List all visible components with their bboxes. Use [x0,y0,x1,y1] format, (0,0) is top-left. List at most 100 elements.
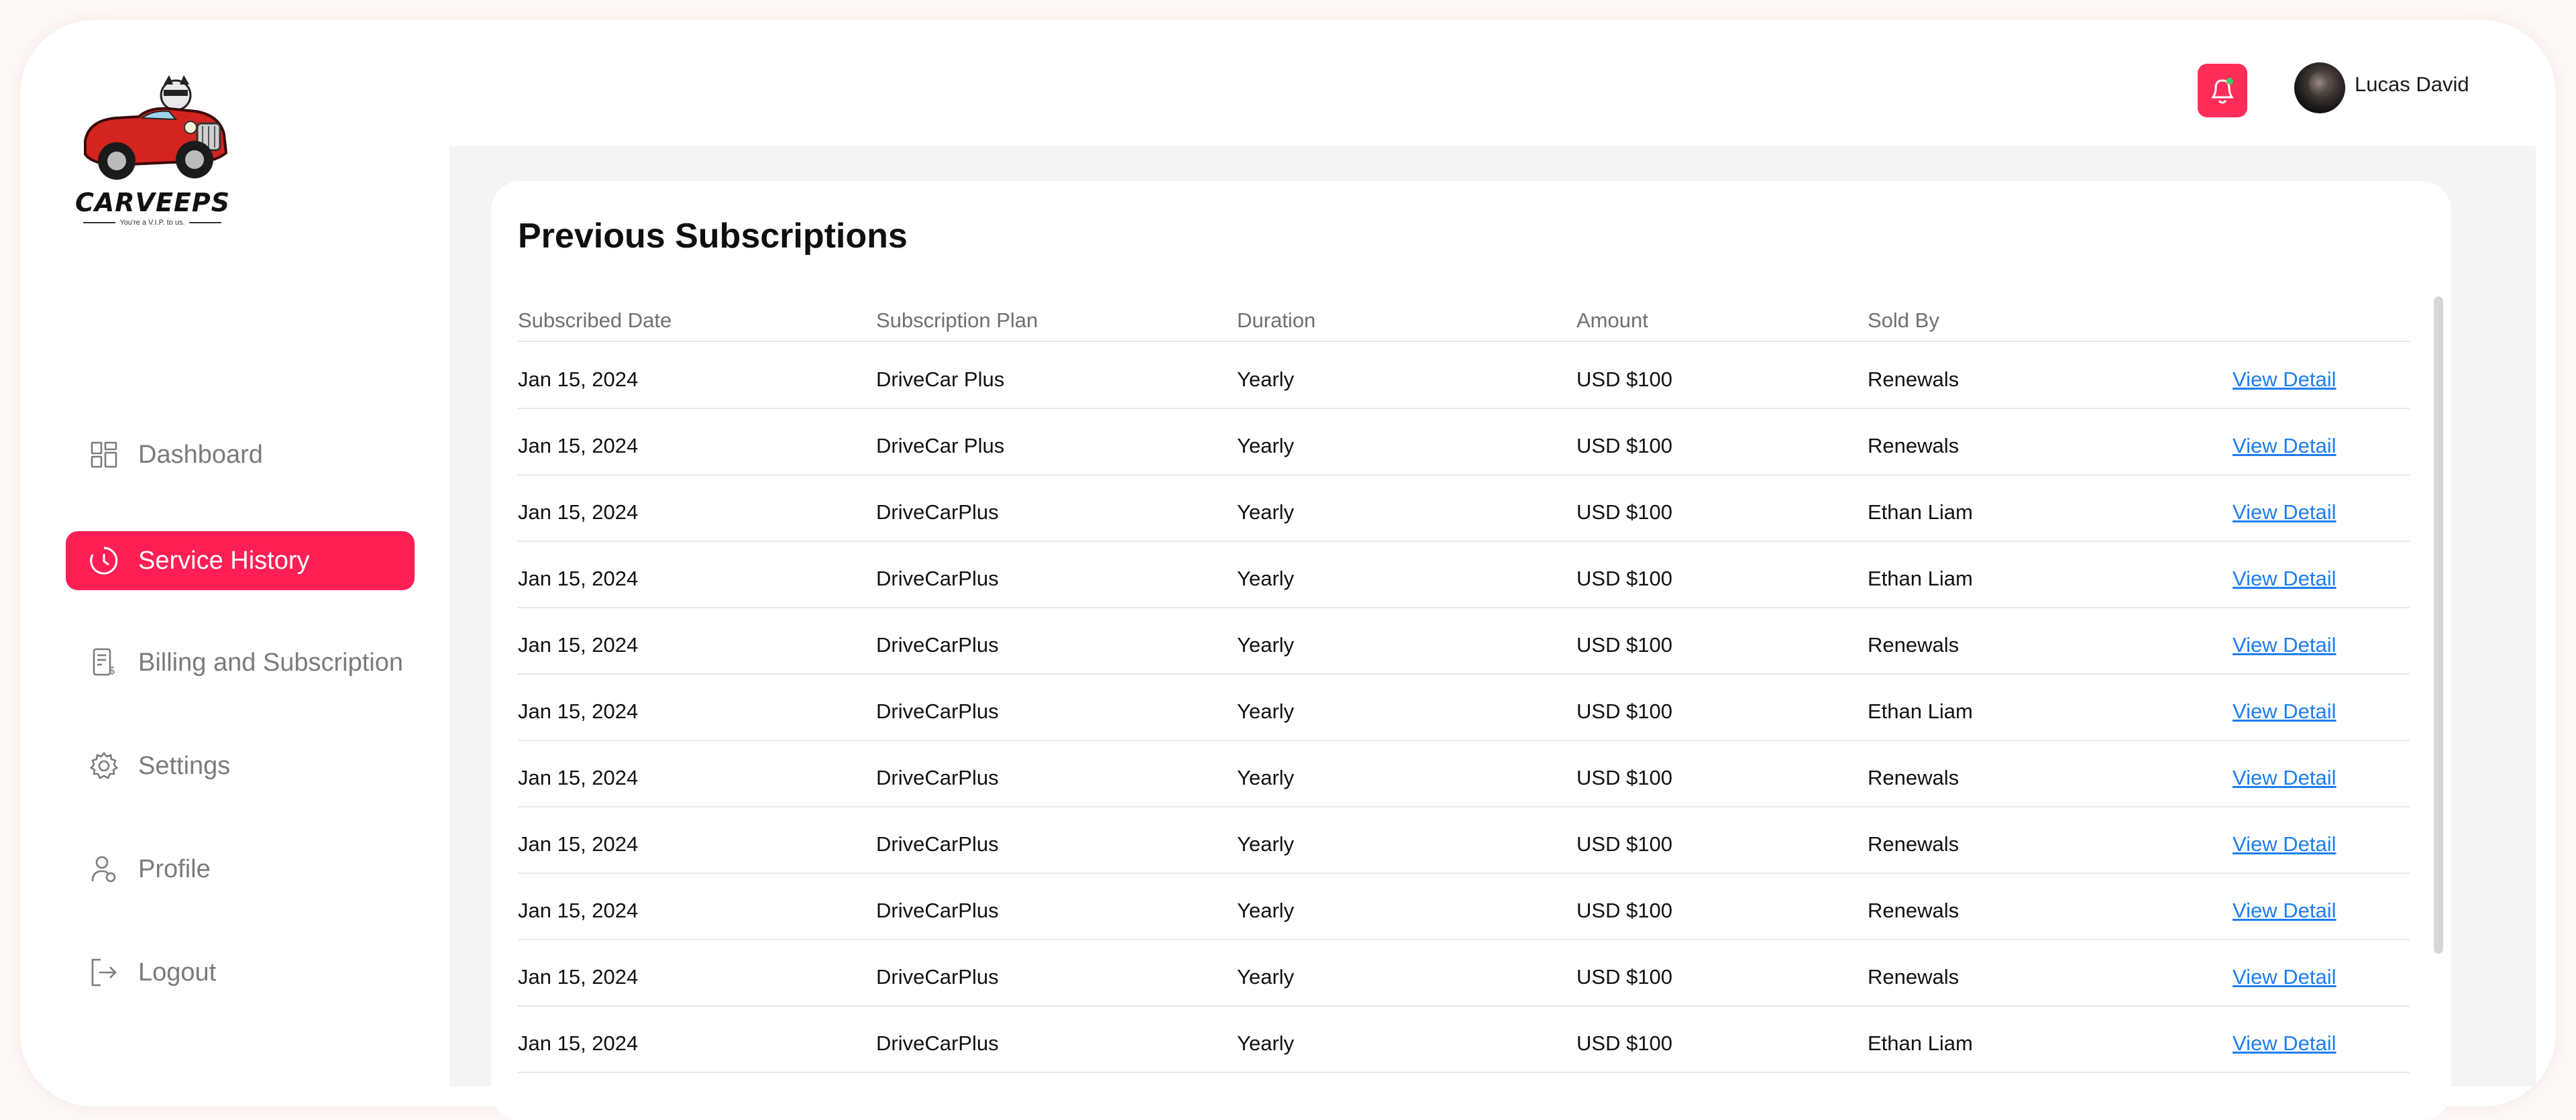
table-row: Jan 15, 2024 DriveCarPlus Yearly USD $100 Re… [518,807,2410,874]
table-row: Jan 15, 2024 DriveCarPlus Yearly USD $100 Re… [518,608,2410,675]
cell-duration: Yearly [1237,500,1295,524]
sidebar-item-label: Settings [138,751,231,780]
view-detail-link[interactable]: View Detail [2233,965,2337,989]
view-detail-link[interactable]: View Detail [2233,699,2337,724]
cell-sold-by: Renewals [1868,434,1960,457]
avatar[interactable] [2294,62,2345,113]
cell-amount: USD $100 [1576,500,1673,524]
column-header-sold-by: Sold By [1868,309,1939,332]
cell-plan: DriveCarPlus [876,899,999,922]
cell-duration: Yearly [1237,567,1295,590]
cell-amount: USD $100 [1576,699,1673,723]
cell-amount: USD $100 [1576,633,1673,657]
table-row: Jan 15, 2024 DriveCarPlus Yearly USD $100 Et… [518,475,2410,542]
brand-tagline: You're a V.I.P. to us. [75,219,229,227]
cell-date: Jan 15, 2024 [518,1031,639,1055]
column-header-plan: Subscription Plan [876,309,1038,332]
sidebar-item-service-history[interactable]: Service History [66,531,415,590]
cell-sold-by: Ethan Liam [1868,567,1973,590]
cell-plan: DriveCarPlus [876,1031,999,1055]
view-detail-link[interactable]: View Detail [2233,633,2337,657]
cell-date: Jan 15, 2024 [518,832,639,856]
cell-amount: USD $100 [1576,567,1673,590]
cell-date: Jan 15, 2024 [518,699,639,723]
cell-sold-by: Renewals [1868,368,1960,391]
notification-button[interactable] [2198,64,2247,117]
view-detail-link[interactable]: View Detail [2233,567,2337,591]
cell-date: Jan 15, 2024 [518,633,639,657]
table-row: Jan 15, 2024 DriveCarPlus Yearly USD $100 Et… [518,674,2410,741]
sidebar-item-label: Service History [138,546,310,575]
cell-date: Jan 15, 2024 [518,766,639,789]
cell-duration: Yearly [1237,633,1295,657]
cell-duration: Yearly [1237,699,1295,723]
sidebar-item-label: Dashboard [138,440,263,469]
clock-icon [89,545,119,576]
cell-sold-by: Renewals [1868,766,1960,789]
sidebar-item-billing[interactable]: $ Billing and Subscription [66,633,415,692]
cell-plan: DriveCarPlus [876,500,999,524]
cell-plan: DriveCarPlus [876,832,999,856]
cell-sold-by: Ethan Liam [1868,699,1973,723]
view-detail-link[interactable]: View Detail [2233,500,2337,524]
cell-amount: USD $100 [1576,832,1673,856]
cell-amount: USD $100 [1576,434,1673,457]
cell-date: Jan 15, 2024 [518,965,639,989]
view-detail-link[interactable]: View Detail [2233,434,2337,458]
table-row: Jan 15, 2024 DriveCarPlus Yearly USD $100 Re… [518,740,2410,807]
gear-icon [89,750,119,781]
cell-plan: DriveCarPlus [876,567,999,590]
column-header-date: Subscribed Date [518,309,672,332]
brand-name: CARVEEPS [75,188,231,217]
cell-sold-by: Renewals [1868,832,1960,856]
cell-amount: USD $100 [1576,766,1673,789]
car-logo-icon [84,75,228,180]
cell-date: Jan 15, 2024 [518,567,639,590]
cell-duration: Yearly [1237,434,1295,457]
user-name[interactable]: Lucas David [2355,72,2469,97]
cell-plan: DriveCar Plus [876,368,1005,391]
cell-sold-by: Ethan Liam [1868,500,1973,524]
cell-amount: USD $100 [1576,1031,1673,1055]
sidebar-item-dashboard[interactable]: Dashboard [66,425,415,484]
view-detail-link[interactable]: View Detail [2233,899,2337,923]
view-detail-link[interactable]: View Detail [2233,832,2337,856]
cell-amount: USD $100 [1576,899,1673,922]
table-row: Jan 15, 2024 DriveCarPlus Yearly USD $100 Et… [518,541,2410,608]
table-header: Subscribed Date Subscription Plan Durati… [518,300,2410,342]
scrollbar[interactable] [2434,296,2443,954]
sidebar-item-label: Billing and Subscription [138,648,404,677]
cell-duration: Yearly [1237,832,1295,856]
cell-date: Jan 15, 2024 [518,434,639,457]
view-detail-link[interactable]: View Detail [2233,766,2337,790]
cell-date: Jan 15, 2024 [518,368,639,391]
svg-text:$: $ [109,664,115,677]
brand-logo[interactable]: CARVEEPS You're a V.I.P. to us. [75,67,270,248]
cell-sold-by: Ethan Liam [1868,1031,1973,1055]
sidebar-item-logout[interactable]: Logout [66,943,415,1002]
sidebar-item-label: Logout [138,958,217,987]
sidebar-item-profile[interactable]: Profile [66,840,415,899]
view-detail-link[interactable]: View Detail [2233,1031,2337,1056]
cell-date: Jan 15, 2024 [518,899,639,922]
cell-sold-by: Renewals [1868,633,1960,657]
cell-amount: USD $100 [1576,965,1673,989]
sidebar-item-settings[interactable]: Settings [66,736,415,795]
cell-duration: Yearly [1237,766,1295,789]
table-row: Jan 15, 2024 DriveCarPlus Yearly USD $100 Re… [518,940,2410,1007]
page-title: Previous Subscriptions [518,217,908,256]
cell-plan: DriveCarPlus [876,633,999,657]
table-row: Jan 15, 2024 DriveCar Plus Yearly USD $100 R… [518,342,2410,409]
view-detail-link[interactable]: View Detail [2233,368,2337,392]
bell-icon [2211,78,2234,104]
dashboard-icon [89,439,119,470]
column-header-duration: Duration [1237,309,1316,332]
cell-plan: DriveCar Plus [876,434,1005,457]
cell-duration: Yearly [1237,368,1295,391]
table-row: Jan 15, 2024 DriveCar Plus Yearly USD $100 R… [518,408,2410,475]
cell-amount: USD $100 [1576,368,1673,391]
cell-plan: DriveCarPlus [876,766,999,789]
table-row: Jan 15, 2024 DriveCarPlus Yearly USD $100 Et… [518,1006,2410,1073]
table-row: Jan 15, 2024 DriveCarPlus Yearly USD $100 Re… [518,873,2410,940]
cell-sold-by: Renewals [1868,899,1960,922]
